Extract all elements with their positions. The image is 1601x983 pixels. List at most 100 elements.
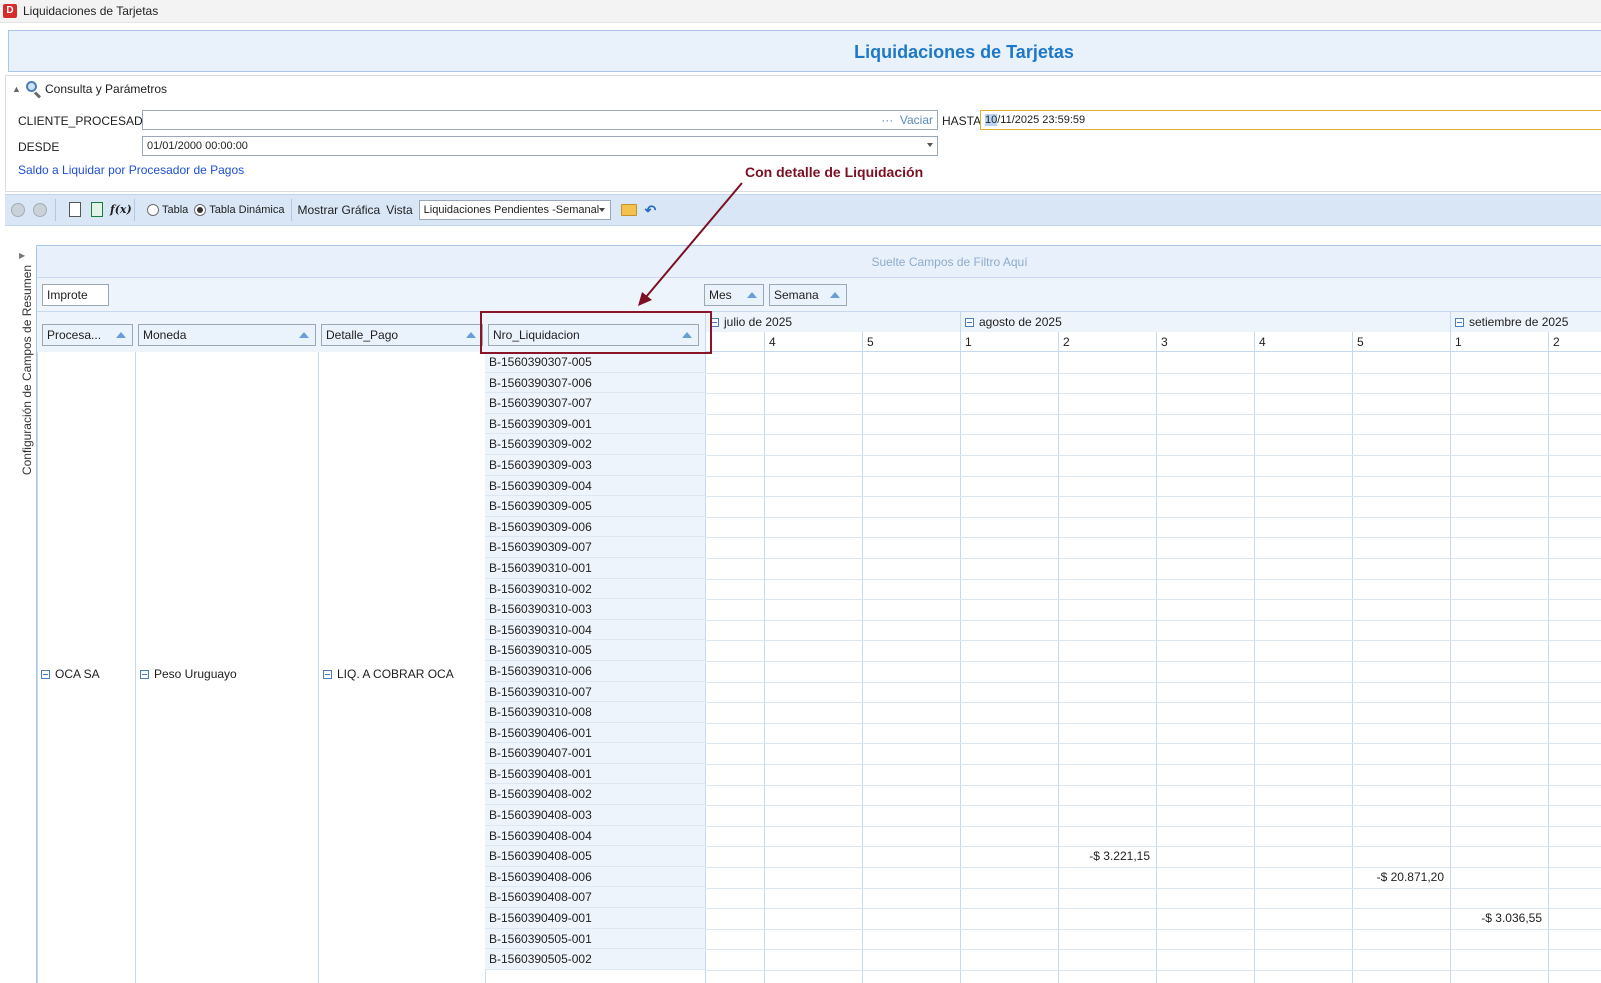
nro-liquidacion-cell[interactable]: B-1560390408-002 [485, 784, 705, 806]
cliente-actions: ··· Vaciar [881, 111, 933, 129]
nro-liquidacion-cell[interactable]: B-1560390407-001 [485, 743, 705, 764]
chevron-down-icon[interactable] [927, 143, 933, 147]
week-header[interactable]: 3 [1156, 332, 1254, 352]
row-divider [705, 928, 1601, 930]
hasta-field[interactable]: 10/11/2025 23:59:59 [980, 110, 1601, 130]
column-divider [37, 352, 38, 983]
nro-liquidacion-cell[interactable]: B-1560390309-002 [485, 434, 705, 455]
collapse-arrow-icon[interactable]: ▲ [12, 84, 24, 94]
back-button[interactable] [9, 201, 27, 219]
nro-liquidacion-cell[interactable]: B-1560390309-006 [485, 516, 705, 538]
month-header-agosto[interactable]: agosto de 2025 [960, 312, 1450, 332]
vista-select[interactable]: Liquidaciones Pendientes -Semanal [418, 200, 611, 220]
row-divider [705, 372, 1601, 374]
nro-liquidacion-cell[interactable]: B-1560390408-006 [485, 866, 705, 888]
row-divider [705, 455, 1601, 456]
lookup-dots-button[interactable]: ··· [881, 113, 893, 127]
nro-liquidacion-cell[interactable]: B-1560390309-005 [485, 496, 705, 517]
row-divider [705, 867, 1601, 868]
nro-liquidacion-cell[interactable]: B-1560390309-001 [485, 413, 705, 435]
moneda-cell[interactable]: Peso Uruguayo [140, 667, 237, 681]
export-excel-button[interactable] [88, 201, 106, 219]
nro-liquidacion-cell[interactable]: B-1560390307-005 [485, 352, 705, 373]
undo-icon[interactable]: ↶ [645, 202, 657, 219]
desde-value: 01/01/2000 00:00:00 [147, 140, 248, 152]
week-header[interactable]: 1 [1450, 332, 1548, 352]
nro-liquidacion-cell[interactable]: B-1560390505-001 [485, 928, 705, 950]
row-field-detalle-pago[interactable]: Detalle_Pago [321, 324, 483, 346]
month-header-julio[interactable]: julio de 2025 [705, 312, 960, 332]
radio-tabla[interactable] [147, 204, 159, 216]
detalle-pago-cell[interactable]: LIQ. A COBRAR OCA [323, 667, 454, 681]
page-header: Liquidaciones de Tarjetas [8, 30, 1601, 72]
moneda-value: Peso Uruguayo [154, 667, 237, 681]
column-field-mes[interactable]: Mes [704, 284, 764, 306]
formula-button[interactable]: f(x) [110, 201, 132, 219]
forward-button[interactable] [31, 201, 49, 219]
value-cell[interactable]: -$ 3.036,55 [1450, 911, 1542, 925]
nro-liquidacion-cell[interactable]: B-1560390307-006 [485, 372, 705, 394]
collapse-icon[interactable] [323, 669, 332, 679]
collapse-icon[interactable] [965, 317, 974, 327]
nro-liquidacion-cell[interactable]: B-1560390310-007 [485, 681, 705, 703]
nro-liquidacion-cell[interactable]: B-1560390309-007 [485, 537, 705, 558]
collapse-icon[interactable] [140, 669, 149, 679]
row-field-procesador[interactable]: Procesa... [42, 324, 133, 346]
nro-liquidacion-cell[interactable]: B-1560390408-005 [485, 846, 705, 867]
params-header[interactable]: ▲ Consulta y Parámetros [12, 80, 167, 99]
nro-liquidacion-cell[interactable]: B-1560390310-004 [485, 619, 705, 641]
week-header[interactable]: 4 [764, 332, 862, 352]
nro-liquidacion-cell[interactable]: B-1560390310-001 [485, 557, 705, 579]
nro-liquidacion-cell[interactable]: B-1560390310-005 [485, 640, 705, 661]
nro-liquidacion-cell[interactable]: B-1560390408-003 [485, 805, 705, 826]
nro-liquidacion-cell[interactable]: B-1560390309-003 [485, 454, 705, 476]
procesador-cell[interactable]: OCA SA [41, 667, 100, 681]
data-field-importe[interactable]: Improte [42, 284, 109, 306]
nro-liquidacion-cell[interactable]: B-1560390310-002 [485, 578, 705, 600]
cliente-procesador-field[interactable]: ··· Vaciar [142, 110, 938, 130]
radio-tabla-dinamica[interactable] [194, 204, 207, 216]
week-header[interactable]: 5 [862, 332, 960, 352]
nro-liquidacion-cell[interactable]: B-1560390408-004 [485, 825, 705, 847]
week-header[interactable] [705, 332, 764, 352]
saldo-link[interactable]: Saldo a Liquidar por Procesador de Pagos [18, 163, 244, 177]
export-pdf-button[interactable] [66, 201, 84, 219]
week-header[interactable]: 2 [1058, 332, 1156, 352]
row-field-moneda[interactable]: Moneda [138, 324, 316, 346]
row-divider [705, 578, 1601, 580]
nro-liquidacion-cell[interactable]: B-1560390408-007 [485, 887, 705, 909]
pivot-grid: Suelte Campos de Filtro Aquí Improte Mes… [37, 245, 1601, 983]
desde-field[interactable]: 01/01/2000 00:00:00 [142, 136, 938, 156]
procesador-value: OCA SA [55, 667, 100, 681]
value-cell[interactable]: -$ 3.221,15 [1058, 849, 1150, 863]
value-cell[interactable]: -$ 20.871,20 [1352, 870, 1444, 884]
nro-liquidacion-cell[interactable]: B-1560390505-002 [485, 949, 705, 970]
open-folder-icon[interactable] [620, 204, 637, 216]
nro-liquidacion-cell[interactable]: B-1560390406-001 [485, 722, 705, 744]
nro-liquidacion-cell[interactable]: B-1560390310-006 [485, 660, 705, 682]
column-field-semana[interactable]: Semana [769, 284, 847, 306]
week-header[interactable]: 5 [1352, 332, 1450, 352]
nro-liquidacion-cell[interactable]: B-1560390309-004 [485, 475, 705, 497]
collapse-icon[interactable] [41, 669, 50, 679]
collapse-icon[interactable] [1455, 317, 1464, 327]
cliente-procesador-label: CLIENTE_PROCESADOR [18, 114, 161, 128]
mostrar-grafica-button[interactable]: Mostrar Gráfica [298, 203, 381, 217]
nro-liquidacion-cell[interactable]: B-1560390408-001 [485, 763, 705, 785]
row-divider [705, 434, 1601, 436]
week-header[interactable]: 1 [960, 332, 1058, 352]
radio-tabla-dinamica-label[interactable]: Tabla Dinámica [209, 204, 284, 216]
month-header-setiembre[interactable]: setiembre de 2025 [1450, 312, 1601, 332]
sort-asc-icon [116, 332, 126, 338]
filter-drop-area[interactable]: Suelte Campos de Filtro Aquí [37, 246, 1601, 278]
nro-liquidacion-cell[interactable]: B-1560390310-008 [485, 702, 705, 723]
expand-arrow-icon[interactable]: ▶ [19, 251, 25, 260]
nro-liquidacion-cell[interactable]: B-1560390307-007 [485, 393, 705, 414]
nro-liquidacion-cell[interactable]: B-1560390409-001 [485, 908, 705, 929]
sort-asc-icon [299, 332, 309, 338]
radio-tabla-label[interactable]: Tabla [162, 204, 188, 216]
clear-button[interactable]: Vaciar [900, 113, 933, 127]
nro-liquidacion-cell[interactable]: B-1560390310-003 [485, 599, 705, 620]
week-header[interactable]: 2 [1548, 332, 1601, 352]
week-header[interactable]: 4 [1254, 332, 1352, 352]
